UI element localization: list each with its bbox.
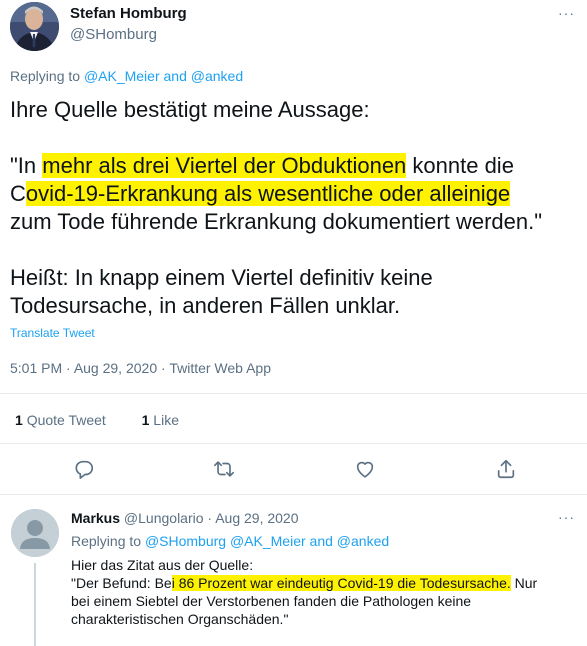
author-handle[interactable]: @SHomburg xyxy=(70,26,157,43)
author-name[interactable]: Stefan Homburg xyxy=(70,5,187,22)
replying-to: Replying to @SHomburg @AK_Meier and @ank… xyxy=(71,533,389,549)
reply-text-line: bei einem Siebtel der Verstorbenen fande… xyxy=(71,593,472,609)
quote-count: 1 xyxy=(15,412,23,428)
tweet-text: Ihre Quelle bestätigt meine Aussage: "In… xyxy=(10,96,580,320)
like-count: 1 xyxy=(141,412,150,428)
tweet-meta: 5:01 PM · Aug 29, 2020 · Twitter Web App xyxy=(10,360,271,376)
replying-prefix: Replying to xyxy=(10,68,84,84)
quote-text: "Der Befund: Be xyxy=(71,575,172,591)
tweet-date[interactable]: Aug 29, 2020 xyxy=(74,360,157,376)
tweet-stats: 1 Quote Tweet 1 Like xyxy=(15,412,179,428)
tweet-quote: "In mehr als drei Viertel der Obduktione… xyxy=(10,152,580,236)
reply-author-name[interactable]: Markus xyxy=(71,510,120,526)
share-icon[interactable] xyxy=(495,458,519,482)
meta-separator: · xyxy=(157,360,170,376)
tweet-time[interactable]: 5:01 PM xyxy=(10,360,62,376)
retweet-icon[interactable] xyxy=(213,458,237,482)
quote-label: Quote Tweet xyxy=(26,412,106,428)
quote-text: C xyxy=(10,181,26,206)
more-options-icon[interactable]: ··· xyxy=(558,509,575,525)
reply-quote: "Der Befund: Bei 86 Prozent war eindeuti… xyxy=(71,574,583,592)
quote-text: "In xyxy=(10,153,43,178)
reply-author-avatar[interactable] xyxy=(11,509,59,557)
tweet-source[interactable]: Twitter Web App xyxy=(169,360,271,376)
mention-link[interactable]: @SHomburg xyxy=(145,533,226,549)
replying-and: and xyxy=(305,533,337,549)
reply-author-handle[interactable]: @Lungolario xyxy=(124,510,204,526)
author-avatar[interactable] xyxy=(10,2,59,51)
translate-tweet-link[interactable]: Translate Tweet xyxy=(10,326,95,340)
divider xyxy=(0,443,587,444)
reply-text: Hier das Zitat aus der Quelle: "Der Befu… xyxy=(71,556,583,628)
meta-separator: · xyxy=(62,360,74,376)
divider xyxy=(0,494,587,495)
more-options-icon[interactable]: ··· xyxy=(558,5,575,21)
divider xyxy=(0,393,587,394)
highlighted-text: i 86 Prozent war eindeutig Covid-19 die … xyxy=(171,575,511,591)
likes-stat[interactable]: 1 Like xyxy=(142,412,179,428)
highlighted-text: ovid-19-Erkrankung als wesentliche oder … xyxy=(25,181,511,206)
like-icon[interactable] xyxy=(354,458,378,482)
mention-link[interactable]: @AK_Meier xyxy=(230,533,306,549)
like-label: Like xyxy=(153,412,179,428)
text-line: Todesursache, in anderen Fällen unklar. xyxy=(10,293,401,318)
mention-link[interactable]: @anked xyxy=(191,68,243,84)
replying-prefix: Replying to xyxy=(71,533,145,549)
reply-text-line: Hier das Zitat aus der Quelle: xyxy=(71,557,254,573)
replying-to: Replying to @AK_Meier and @anked xyxy=(10,68,243,84)
reply-header: Markus @Lungolario · Aug 29, 2020 xyxy=(71,510,299,526)
highlighted-text: mehr als drei Viertel der Obduktionen xyxy=(42,153,407,178)
quote-text: konnte die xyxy=(406,153,514,178)
tweet-text-line: Heißt: In knapp einem Viertel definitiv … xyxy=(10,264,580,320)
mention-link[interactable]: @anked xyxy=(337,533,389,549)
text-line: Heißt: In knapp einem Viertel definitiv … xyxy=(10,265,433,290)
replying-and: and xyxy=(159,68,191,84)
reply-icon[interactable] xyxy=(73,458,97,482)
thread-line xyxy=(34,563,36,646)
quote-text: Nur xyxy=(510,575,538,591)
mention-link[interactable]: @AK_Meier xyxy=(84,68,160,84)
quote-tweets-stat[interactable]: 1 Quote Tweet xyxy=(15,412,106,428)
quote-text: zum Tode führende Erkrankung dokumentier… xyxy=(10,209,543,234)
tweet-text-line: Ihre Quelle bestätigt meine Aussage: xyxy=(10,97,370,122)
meta-separator: · xyxy=(203,510,216,526)
reply-text-line: charakteristischen Organschäden." xyxy=(71,611,289,627)
reply-date[interactable]: Aug 29, 2020 xyxy=(215,510,298,526)
